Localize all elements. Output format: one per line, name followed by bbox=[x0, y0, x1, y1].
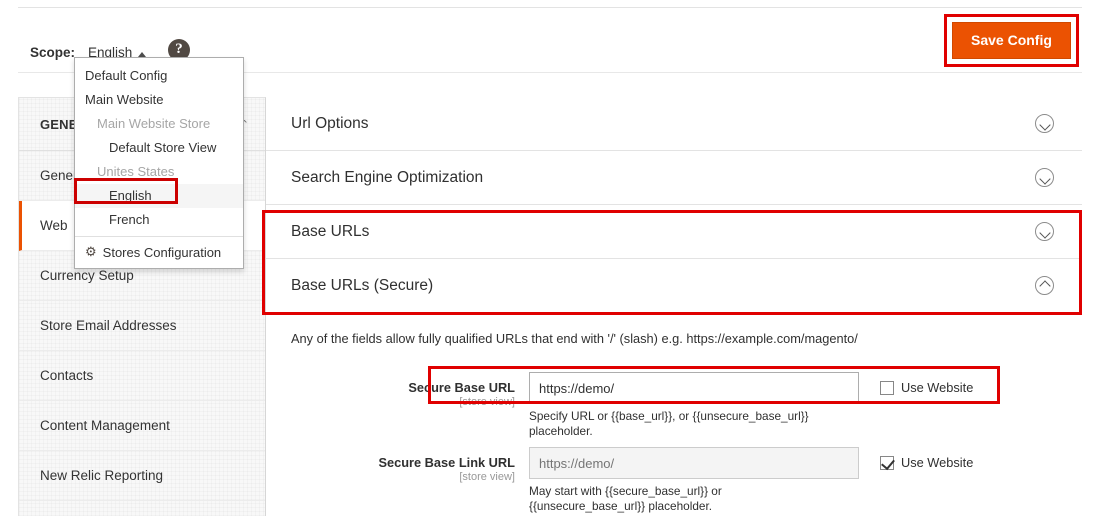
gear-icon: ⚙ bbox=[85, 244, 97, 259]
chevron-down-circle-icon[interactable] bbox=[1035, 168, 1054, 187]
scope-dropdown-menu: Default Config Main Website Main Website S… bbox=[74, 57, 244, 269]
sidebar-item-content-management[interactable]: Content Management bbox=[19, 401, 265, 451]
field-scope-text: [store view] bbox=[459, 396, 515, 408]
accordion-section-title: Search Engine Optimization bbox=[291, 168, 484, 186]
use-website-checkbox[interactable] bbox=[880, 456, 894, 470]
sidebar-item-store-email-addresses[interactable]: Store Email Addresses bbox=[19, 301, 265, 351]
field-label-secure-base-url: Secure Base URL [store view] bbox=[291, 372, 529, 408]
chevron-up-circle-icon[interactable] bbox=[1035, 276, 1054, 295]
accordion-section-title: Base URLs (Secure) bbox=[291, 276, 434, 294]
accordion-sections: Url Options Search Engine Optimization Bas… bbox=[266, 97, 1082, 313]
top-divider bbox=[18, 7, 1082, 8]
accordion-section-title: Url Options bbox=[291, 114, 369, 132]
stores-configuration-label: Stores Configuration bbox=[102, 244, 222, 260]
sidebar-item-label: Web bbox=[40, 218, 68, 233]
scope-option-default-store-view[interactable]: Default Store View bbox=[75, 136, 243, 160]
field-hint-secure-base-url: Specify URL or {{base_url}}, or {{unsecu… bbox=[529, 409, 809, 438]
sidebar-item-label: Content Management bbox=[40, 418, 170, 433]
sidebar-item-label: Contacts bbox=[40, 368, 94, 383]
field-side-secure-base-url: Use Website bbox=[859, 372, 973, 395]
scope-option-default-config[interactable]: Default Config bbox=[75, 64, 243, 88]
use-website-checkbox[interactable] bbox=[880, 381, 894, 395]
scope-option-english[interactable]: English bbox=[75, 184, 243, 208]
field-side-secure-base-link-url: Use Website bbox=[859, 447, 973, 470]
save-config-button[interactable]: Save Config bbox=[952, 22, 1071, 59]
scope-option-unites-states: Unites States bbox=[97, 164, 175, 179]
field-main-secure-base-link-url: May start with {{secure_base_url}} or {{… bbox=[529, 447, 859, 514]
scope-option-main-website-store: Main Website Store bbox=[97, 116, 211, 131]
base-urls-secure-panel: Any of the fields allow fully qualified … bbox=[266, 313, 1082, 514]
field-list: Secure Base URL[store view]Specify URL o… bbox=[291, 372, 1054, 514]
field-row-secure-base-link-url: Secure Base Link URL[store view]May star… bbox=[291, 447, 1054, 514]
scope-option-french[interactable]: French bbox=[75, 208, 243, 232]
stores-configuration-link[interactable]: ⚙ Stores Configuration bbox=[75, 236, 243, 268]
sidebar-item-label: Store Email Addresses bbox=[40, 318, 177, 333]
secure-base-link-url-input bbox=[529, 447, 859, 479]
use-website-label[interactable]: Use Website bbox=[901, 380, 973, 395]
config-content: Url Options Search Engine Optimization Bas… bbox=[266, 97, 1082, 516]
accordion-section-search-engine-optimization[interactable]: Search Engine Optimization bbox=[266, 151, 1082, 205]
field-label-secure-base-link-url: Secure Base Link URL [store view] bbox=[291, 447, 529, 483]
use-website-label[interactable]: Use Website bbox=[901, 455, 973, 470]
accordion-section-url-options[interactable]: Url Options bbox=[266, 97, 1082, 151]
accordion-section-title: Base URLs bbox=[291, 222, 370, 240]
chevron-down-circle-icon[interactable] bbox=[1035, 222, 1054, 241]
scope-option-list: Default Config Main Website Main Website S… bbox=[75, 64, 243, 232]
sidebar-item-label: New Relic Reporting bbox=[40, 468, 164, 483]
scope-option-main-website[interactable]: Main Website bbox=[75, 88, 243, 112]
sidebar-item-label: Currency Setup bbox=[40, 268, 134, 283]
panel-note: Any of the fields allow fully qualified … bbox=[291, 331, 858, 346]
secure-base-url-input[interactable] bbox=[529, 372, 859, 404]
field-hint-secure-base-link-url: May start with {{secure_base_url}} or {{… bbox=[529, 484, 722, 513]
field-label-text: Secure Base URL bbox=[408, 380, 515, 395]
accordion-section-base-urls-secure[interactable]: Base URLs (Secure) bbox=[266, 259, 1082, 313]
accordion-section-base-urls[interactable]: Base URLs bbox=[266, 205, 1082, 259]
chevron-down-circle-icon[interactable] bbox=[1035, 114, 1054, 133]
sidebar-item-new-relic-reporting[interactable]: New Relic Reporting bbox=[19, 451, 265, 501]
sidebar-item-contacts[interactable]: Contacts bbox=[19, 351, 265, 401]
save-config-annotation: Save Config bbox=[944, 14, 1079, 67]
field-row-secure-base-url: Secure Base URL[store view]Specify URL o… bbox=[291, 372, 1054, 439]
field-label-text: Secure Base Link URL bbox=[378, 455, 515, 470]
scope-label: Scope: bbox=[30, 45, 76, 60]
field-scope-text: [store view] bbox=[459, 471, 515, 483]
field-main-secure-base-url: Specify URL or {{base_url}}, or {{unsecu… bbox=[529, 372, 859, 439]
